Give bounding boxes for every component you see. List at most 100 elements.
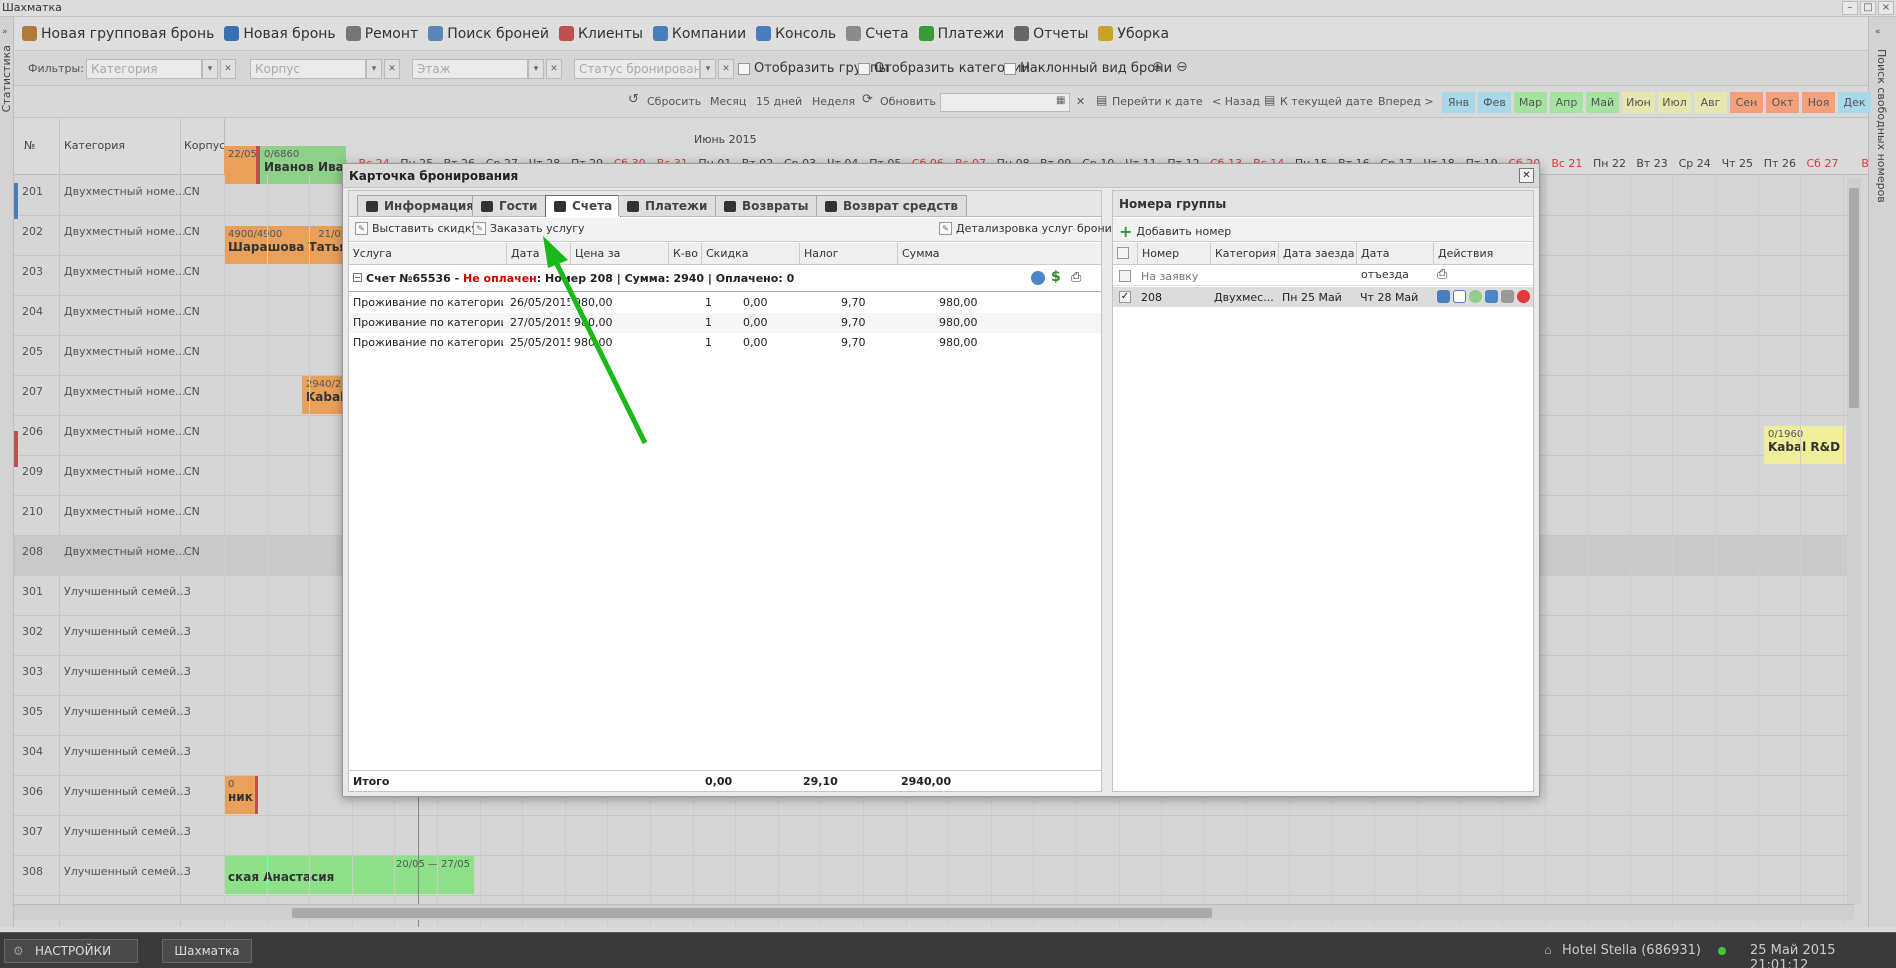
tab-returns[interactable]: Возвраты [715, 195, 818, 216]
add-room-button[interactable]: + Добавить номер [1119, 222, 1231, 241]
row-checkbox[interactable] [1119, 270, 1131, 282]
month-button[interactable]: Июн [1622, 92, 1655, 113]
menu-item[interactable]: Новая групповая бронь [22, 26, 214, 42]
col-category[interactable]: Категория [1210, 243, 1278, 265]
today-icon[interactable]: ▤ [1264, 93, 1275, 107]
building-clear-icon[interactable]: ✕ [384, 59, 400, 79]
minimize-button[interactable]: – [1842, 1, 1858, 15]
request-row[interactable]: На заявку ⎙ [1113, 266, 1533, 286]
booking-bar[interactable]: 4900/4900 21/05 Шарашова Татьяна [224, 226, 354, 264]
goto-date-icon[interactable]: ▤ [1096, 93, 1107, 107]
reset-icon[interactable]: ↺ [628, 92, 639, 107]
building-dropdown-icon[interactable]: ▾ [366, 59, 382, 79]
status-clear-icon[interactable]: ✕ [718, 59, 734, 79]
month-button[interactable]: Сен [1730, 92, 1763, 113]
menu-item[interactable]: Новая бронь [224, 26, 336, 42]
globe-icon[interactable] [1031, 271, 1045, 285]
menu-item[interactable]: Ремонт [345, 26, 418, 42]
list-icon[interactable] [1453, 290, 1466, 303]
menu-item[interactable]: Консоль [756, 26, 836, 42]
refresh-icon[interactable]: ⟳ [862, 92, 873, 107]
menu-item[interactable]: Клиенты [558, 26, 643, 42]
tab-payments[interactable]: Платежи [618, 195, 717, 216]
room-row[interactable]: 307 Улучшенный семей... 3 [14, 816, 1854, 856]
month-button[interactable]: Мар [1514, 92, 1547, 113]
col-service[interactable]: Услуга [349, 243, 506, 265]
scroll-thumb[interactable] [292, 908, 1212, 918]
invoice-row[interactable]: Проживание по категории ... 27/05/2015 980… [349, 313, 1101, 333]
menu-item[interactable]: Компании [652, 26, 746, 42]
printer-icon[interactable]: ⎙ [1437, 267, 1447, 282]
booking-bar[interactable]: 0ник Д [224, 776, 258, 814]
month-button[interactable]: Дек [1838, 92, 1871, 113]
close-window-button[interactable]: × [1878, 1, 1894, 15]
col-price[interactable]: Цена за единицу [570, 243, 668, 281]
month-button[interactable]: Янв [1442, 92, 1475, 113]
tilted-view-checkbox[interactable]: Наклонный вид брони [1004, 61, 1172, 76]
check-icon[interactable] [1469, 290, 1482, 303]
cancel-icon[interactable] [1517, 290, 1530, 303]
col-checkout[interactable]: Дата отъезда [1356, 243, 1433, 281]
month-button[interactable]: Фев [1478, 92, 1511, 113]
printer-icon[interactable]: ⎙ [1071, 270, 1081, 285]
calendar-icon[interactable]: ▦ [1056, 95, 1065, 106]
invoice-group-row[interactable]: − Счет №65536 - Не оплачен: Номер 208 | … [349, 266, 1101, 292]
refresh-button[interactable]: Обновить [880, 95, 936, 108]
col-qty[interactable]: К-во [668, 243, 701, 265]
tab-information[interactable]: Информация [357, 195, 483, 216]
month-button[interactable]: Май [1586, 92, 1619, 113]
stats-side-panel[interactable]: » Статистика [0, 17, 14, 927]
vertical-scrollbar[interactable] [1847, 178, 1861, 904]
today-button[interactable]: К текущей дате [1280, 95, 1373, 108]
menu-item[interactable]: Поиск броней [428, 26, 549, 42]
floor-dropdown-icon[interactable]: ▾ [528, 59, 544, 79]
col-discount[interactable]: Скидка [701, 243, 799, 265]
order-service-button[interactable]: ✎ Заказать услугу [473, 222, 585, 235]
month-button[interactable]: Окт [1766, 92, 1799, 113]
group-room-row[interactable]: ✓ 208 Двухмес... Пн 25 Май Чт 28 Май [1113, 287, 1533, 307]
col-checkin[interactable]: Дата заезда [1278, 243, 1356, 265]
goto-date-button[interactable]: Перейти к дате [1112, 95, 1203, 108]
menu-item[interactable]: Платежи [918, 26, 1004, 42]
close-icon[interactable]: ✕ [1519, 168, 1534, 183]
col-actions[interactable]: Действия [1433, 243, 1533, 265]
month-button[interactable]: Ноя [1802, 92, 1835, 113]
col-sum[interactable]: Сумма [897, 243, 1101, 265]
menu-item[interactable]: Счета [846, 26, 909, 42]
col-tax[interactable]: Налог [799, 243, 897, 265]
category-clear-icon[interactable]: ✕ [220, 59, 236, 79]
month-view-button[interactable]: Месяц [710, 95, 746, 108]
invoice-row[interactable]: Проживание по категории ... 25/05/2015 980… [349, 333, 1101, 353]
back-button[interactable]: < Назад [1212, 95, 1260, 108]
maximize-button[interactable]: □ [1860, 1, 1876, 15]
expand-icon[interactable]: » [2, 27, 8, 37]
checkbox-box[interactable] [858, 62, 870, 75]
floor-clear-icon[interactable]: ✕ [546, 59, 562, 79]
month-button[interactable]: Июл [1658, 92, 1691, 113]
month-button[interactable]: Апр [1550, 92, 1583, 113]
checkbox-box[interactable] [738, 62, 750, 75]
tab-refunds[interactable]: Возврат средств [816, 195, 967, 216]
status-filter[interactable]: Статус бронирован [574, 59, 700, 79]
chess-tab-button[interactable]: Шахматка [162, 939, 252, 963]
month-button[interactable]: Авг [1694, 92, 1727, 113]
booking-bar[interactable]: 0/1960 Kabal R&D [1764, 426, 1846, 464]
category-dropdown-icon[interactable]: ▾ [202, 59, 218, 79]
reset-button[interactable]: Сбросить [647, 95, 701, 108]
row-checkbox-checked[interactable]: ✓ [1119, 291, 1131, 303]
collapse-icon[interactable]: − [353, 273, 362, 282]
zoom-in-icon[interactable]: ⊕ [1152, 59, 1164, 75]
dollar-icon[interactable]: $ [1051, 269, 1061, 285]
tab-invoices[interactable]: Счета [545, 195, 622, 217]
status-dropdown-icon[interactable]: ▾ [700, 59, 716, 79]
free-rooms-side-panel[interactable]: « Поиск свободных номеров [1868, 17, 1896, 927]
guest-icon[interactable] [1437, 290, 1450, 303]
service-details-button[interactable]: ✎ Детализровка услуг брони [939, 222, 1112, 235]
zoom-out-icon[interactable]: ⊖ [1176, 59, 1188, 75]
users-icon[interactable] [1485, 290, 1498, 303]
date-clear-icon[interactable]: ✕ [1076, 95, 1085, 108]
select-all-checkbox[interactable] [1117, 247, 1129, 259]
scroll-thumb[interactable] [1849, 188, 1859, 408]
tab-guests[interactable]: Гости [472, 195, 547, 216]
booking-bar[interactable]: 0/6860 Иванов Ива [256, 146, 346, 184]
